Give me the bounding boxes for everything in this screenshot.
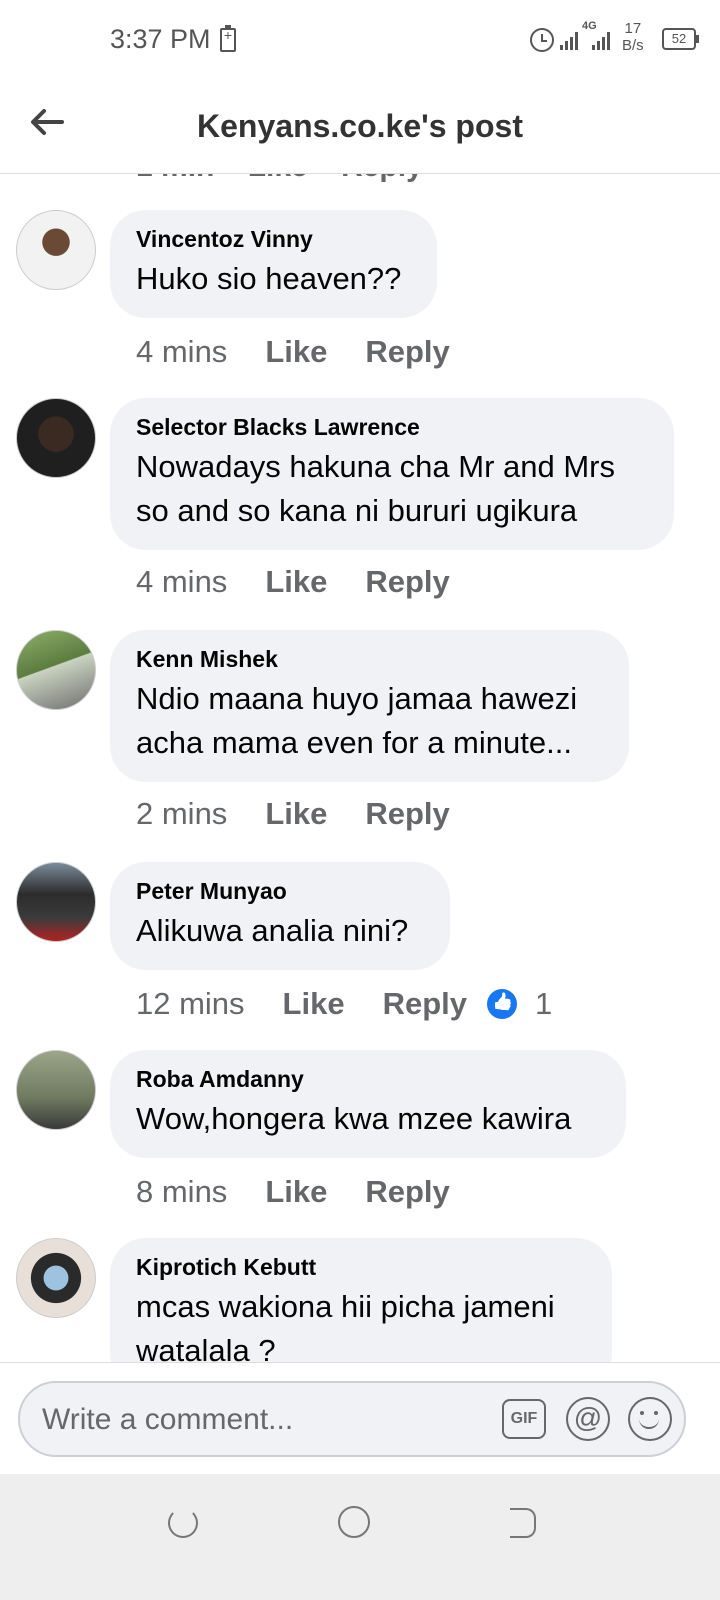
comment-actions: 4 mins Like Reply: [136, 334, 450, 370]
avatar[interactable]: [16, 398, 96, 478]
mention-icon[interactable]: @: [566, 1397, 610, 1441]
avatar[interactable]: [16, 210, 96, 290]
battery-icon: 52: [662, 28, 699, 50]
comment-time: 4 mins: [136, 334, 228, 369]
comment-actions: 12 mins Like Reply 1: [136, 986, 552, 1022]
comment-author[interactable]: Roba Amdanny: [136, 1066, 600, 1093]
comment-input[interactable]: Write a comment... GIF @: [18, 1381, 686, 1457]
comment-actions: 4 mins Like Reply: [136, 564, 450, 600]
avatar[interactable]: [16, 1238, 96, 1318]
comment-time: 2 mins: [136, 796, 228, 831]
comment-text: Wow,hongera kwa mzee kawira: [136, 1101, 572, 1136]
like-button[interactable]: Like: [265, 796, 327, 832]
avatar[interactable]: [16, 862, 96, 942]
gif-icon[interactable]: GIF: [502, 1399, 546, 1439]
comment-time: 4 mins: [136, 564, 228, 599]
comment-time: 8 mins: [136, 1174, 228, 1209]
emoji-icon[interactable]: [628, 1397, 672, 1441]
reply-button[interactable]: Reply: [365, 1174, 449, 1210]
comment-actions: 8 mins Like Reply: [136, 1174, 450, 1210]
comment-author[interactable]: Kiprotich Kebutt: [136, 1254, 586, 1281]
comment-text: Huko sio heaven??: [136, 261, 402, 296]
like-button[interactable]: Like: [265, 334, 327, 370]
signal-icon: [560, 30, 578, 50]
like-reaction-icon: [487, 989, 517, 1019]
avatar[interactable]: [16, 1050, 96, 1130]
comment-text: Nowadays hakuna cha Mr and Mrs so and so…: [136, 449, 616, 528]
home-icon[interactable]: [338, 1506, 370, 1538]
alarm-icon: [530, 28, 554, 52]
signal-icon-2: [592, 30, 610, 50]
comment-bubble[interactable]: Peter Munyao Alikuwa analia nini?: [110, 862, 450, 970]
recent-apps-icon[interactable]: [168, 1508, 198, 1538]
comment-time: 12 mins: [136, 986, 245, 1021]
page-title: Kenyans.co.ke's post: [197, 108, 523, 144]
comment-author[interactable]: Kenn Mishek: [136, 646, 603, 673]
network-speed: 17 B/s: [622, 20, 644, 54]
comment-text: Ndio maana huyo jamaa hawezi acha mama e…: [136, 681, 578, 760]
reply-button[interactable]: Reply: [365, 334, 449, 370]
partial-comment-actions: 1 min Like Reply: [136, 174, 423, 184]
back-nav-icon[interactable]: [510, 1508, 536, 1538]
reply-button[interactable]: Reply: [365, 564, 449, 600]
reply-button[interactable]: Reply: [365, 796, 449, 832]
comment-bubble[interactable]: Roba Amdanny Wow,hongera kwa mzee kawira: [110, 1050, 626, 1158]
comment-bubble[interactable]: Vincentoz Vinny Huko sio heaven??: [110, 210, 437, 318]
comment-placeholder: Write a comment...: [42, 1403, 294, 1436]
comment-author[interactable]: Selector Blacks Lawrence: [136, 414, 648, 441]
comment-composer: Write a comment... GIF @: [0, 1362, 720, 1475]
comment-bubble[interactable]: Kiprotich Kebutt mcas wakiona hii picha …: [110, 1238, 612, 1362]
header: Kenyans.co.ke's post: [0, 80, 720, 174]
reply-button[interactable]: Reply: [383, 986, 467, 1022]
like-button[interactable]: Like: [265, 1174, 327, 1210]
comment-bubble[interactable]: Selector Blacks Lawrence Nowadays hakuna…: [110, 398, 674, 550]
comment-text: mcas wakiona hii picha jameni watalala ?: [136, 1289, 555, 1362]
like-button[interactable]: Like: [265, 564, 327, 600]
status-bar: 3:37 PM 4G 17 B/s 52: [0, 0, 720, 80]
comment-author[interactable]: Vincentoz Vinny: [136, 226, 411, 253]
comment-actions: 2 mins Like Reply: [136, 796, 450, 832]
comment-author[interactable]: Peter Munyao: [136, 878, 424, 905]
status-time: 3:37 PM: [110, 24, 211, 54]
comment-text: Alikuwa analia nini?: [136, 913, 409, 948]
system-nav-bar: [0, 1474, 720, 1600]
like-button[interactable]: Like: [283, 986, 345, 1022]
avatar[interactable]: [16, 630, 96, 710]
comment-bubble[interactable]: Kenn Mishek Ndio maana huyo jamaa hawezi…: [110, 630, 629, 782]
battery-charging-icon: [220, 25, 236, 52]
comments-list[interactable]: 1 min Like Reply Vincentoz Vinny Huko si…: [0, 174, 720, 1362]
reaction-count: 1: [535, 986, 553, 1021]
reaction-summary[interactable]: 1: [487, 986, 552, 1022]
